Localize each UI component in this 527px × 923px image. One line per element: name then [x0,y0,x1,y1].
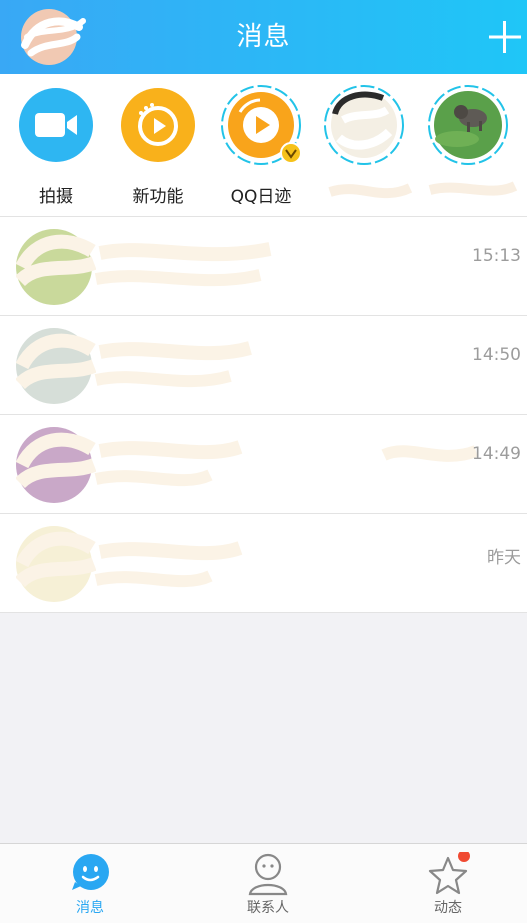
tab-label: 消息 [76,900,104,916]
list-item[interactable]: 昨天 [0,514,527,613]
list-item[interactable]: 15:13 [0,217,527,316]
tab-label: 联系人 [247,900,289,916]
shortcut-new-feature[interactable]: 新功能 [108,82,208,212]
shortcut-label: 新功能 [132,187,184,207]
plus-icon[interactable] [488,20,522,54]
shortcut-label: 拍摄 [39,187,73,207]
message-time: 15:13 [472,246,521,266]
message-time: 昨天 [487,548,521,568]
list-item[interactable]: 14:49 [0,415,527,514]
top-bar: 消息 [0,0,527,74]
contact-avatar [15,227,97,307]
contact-avatar [15,425,97,505]
play-disc-icon [119,86,197,164]
shortcut-label: QQ日迹 [230,187,292,207]
qq-messages-screen: 消息 拍摄 新功能 QQ日迹 15:13 14:50 14:49 昨天 消息 联… [0,0,527,923]
scribble-mask [381,445,479,462]
redacted-text [90,532,290,602]
play-disc-icon [221,85,302,165]
scribble-mask [328,181,518,199]
friend-avatar-icon [324,85,404,165]
redacted-text [90,235,290,305]
redacted-text [90,433,290,503]
tab-contacts[interactable]: 联系人 [208,844,328,923]
smile-bubble-icon [70,852,110,896]
shortcut-qq-diary[interactable]: QQ日迹 [211,82,311,212]
tab-messages[interactable]: 消息 [30,844,150,923]
message-time: 14:49 [472,444,521,464]
shortcut-row: 拍摄 新功能 QQ日迹 [0,74,527,217]
shortcut-capture[interactable]: 拍摄 [6,82,106,212]
bottom-tab-bar: 消息 联系人 动态 [0,843,527,923]
notification-badge [458,850,470,862]
redacted-text [90,334,290,404]
tab-moments[interactable]: 动态 [388,844,508,923]
contact-avatar [15,524,97,604]
list-item[interactable]: 14:50 [0,316,527,415]
contact-avatar [15,326,97,406]
video-camera-icon [17,86,95,164]
page-title: 消息 [236,22,291,52]
message-time: 14:50 [472,345,521,365]
dog-avatar-icon [428,85,508,165]
tab-label: 动态 [434,900,462,916]
star-icon [428,850,470,896]
contact-person-icon [248,852,288,896]
